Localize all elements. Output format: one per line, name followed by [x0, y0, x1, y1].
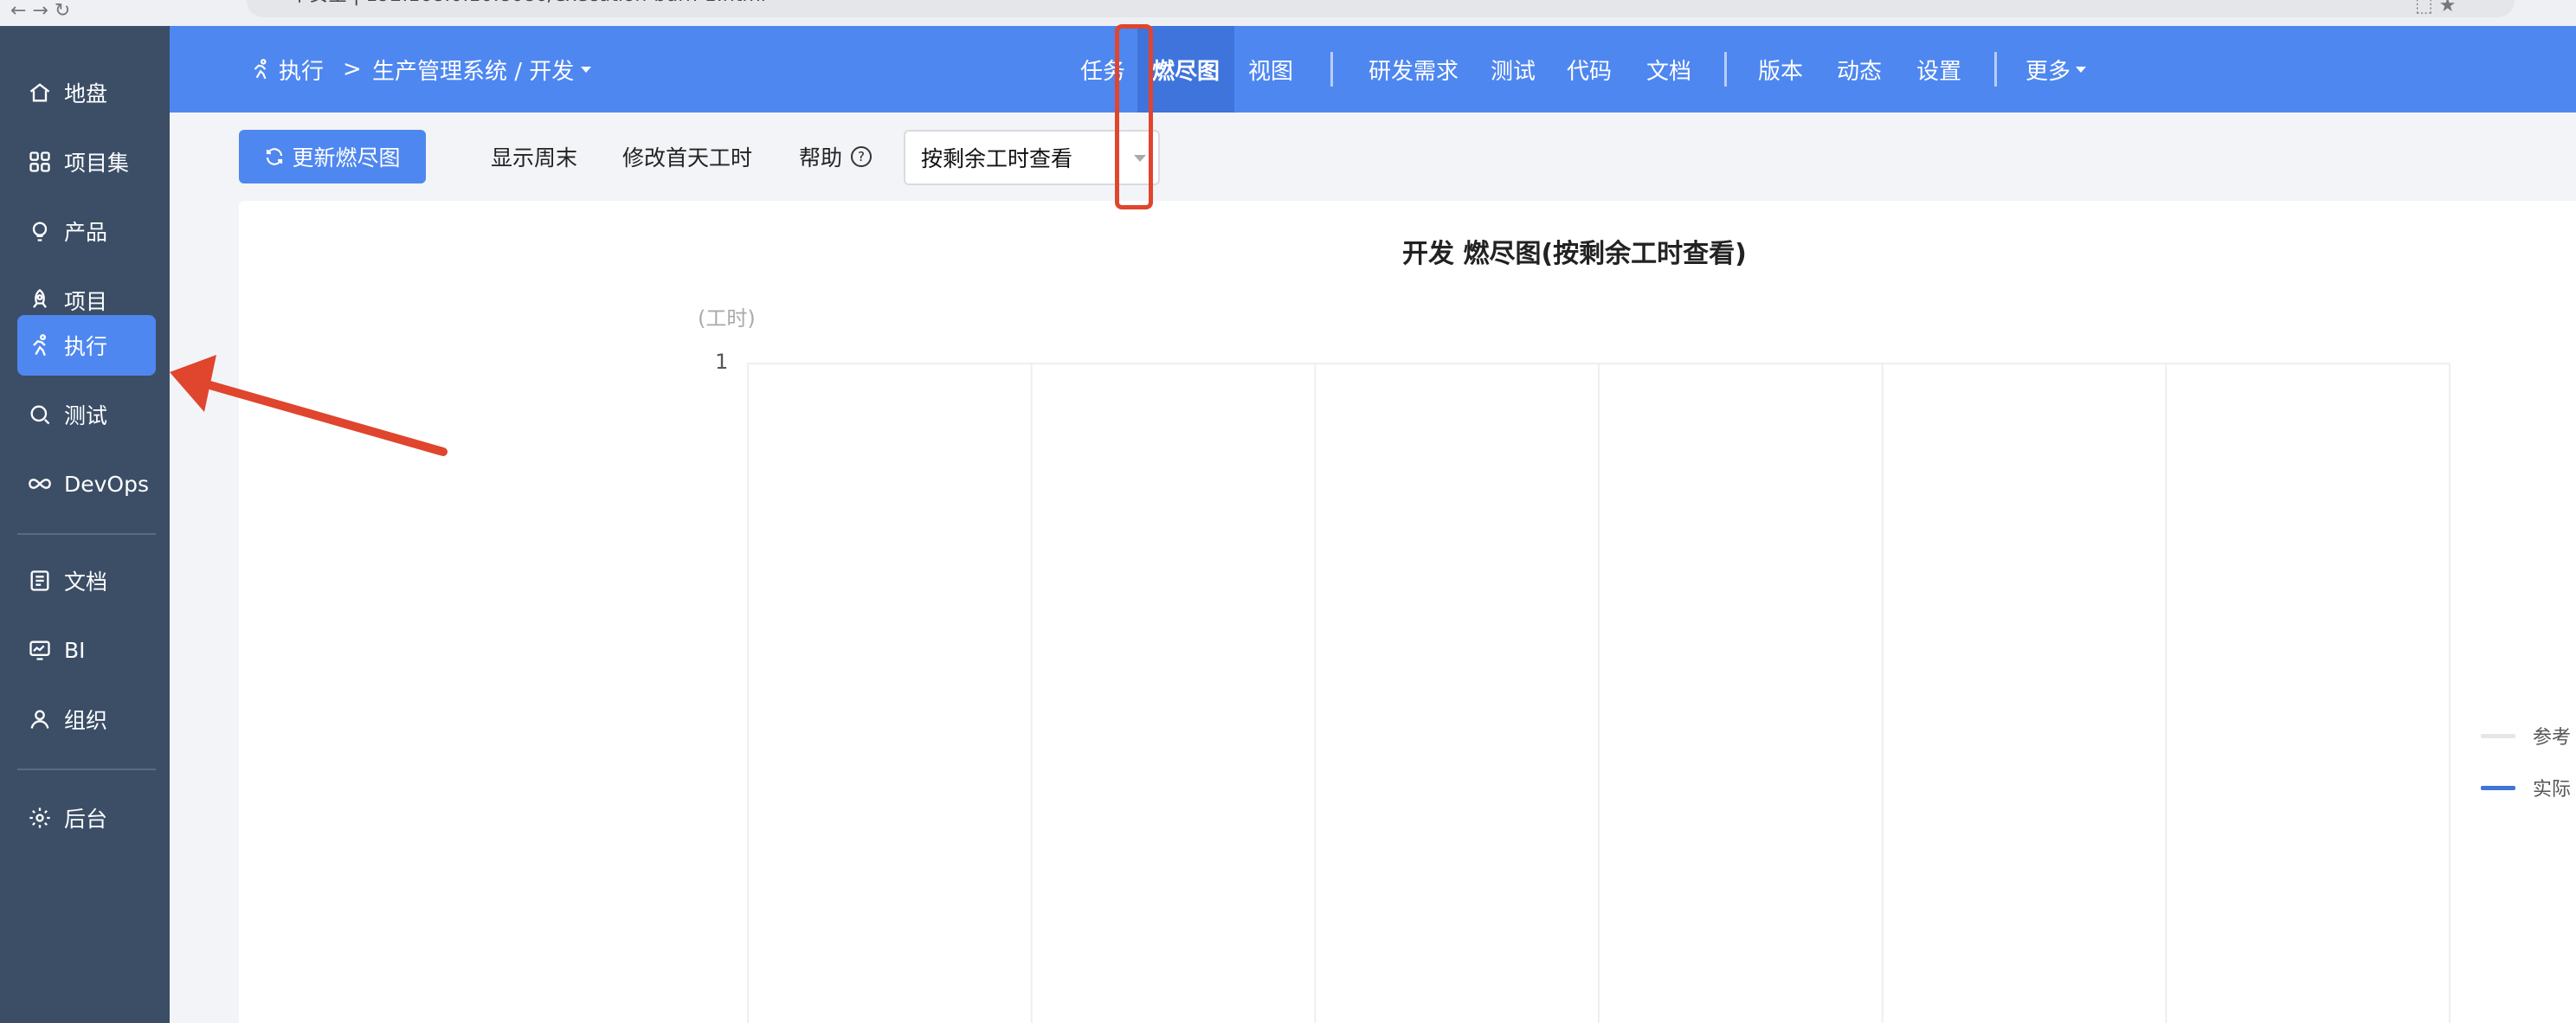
legend-swatch-reference — [2481, 733, 2515, 738]
tab-more[interactable]: 更多 — [2019, 26, 2093, 113]
update-burndown-label: 更新燃尽图 — [292, 145, 401, 170]
legend-label: 参考 — [2533, 727, 2572, 749]
tab-build[interactable]: 版本 — [1748, 26, 1813, 113]
edit-first-day-link[interactable]: 修改首天工时 — [622, 130, 752, 183]
sidebar-item-bi[interactable]: BI — [17, 620, 156, 680]
tab-code[interactable]: 代码 — [1558, 26, 1620, 113]
sidebar-item-label: 执行 — [64, 334, 108, 359]
breadcrumb-separator: > — [343, 56, 362, 82]
y-tick-label: 1 — [715, 350, 729, 374]
module-header: 执行 > 生产管理系统 / 开发 任务 燃尽图 视图 研发需求 测试 代码 文档… — [170, 26, 2576, 113]
address-bar-url: 不安全 | 192.168.0.10:8080/execution-burn-1… — [290, 0, 766, 7]
run-icon — [254, 59, 267, 80]
sidebar-item-org[interactable]: 组织 — [17, 689, 156, 750]
sidebar-item-admin[interactable]: 后台 — [17, 788, 156, 848]
gear-icon — [17, 806, 62, 830]
help-icon: ? — [851, 146, 873, 167]
show-weekend-link[interactable]: 显示周末 — [491, 130, 577, 183]
tab-divider — [1724, 52, 1727, 87]
search-bug-icon — [17, 402, 62, 427]
module-name: 执行 — [279, 58, 325, 85]
sidebar-divider — [17, 533, 156, 535]
sidebar-item-label: 产品 — [64, 220, 108, 245]
home-icon — [17, 80, 62, 105]
help-link[interactable]: 帮助 ? — [799, 130, 873, 183]
chart-title: 开发 燃尽图(按剩余工时查看) — [1402, 239, 1747, 269]
sidebar-item-devops[interactable]: DevOps — [17, 454, 156, 514]
legend-label: 实际 — [2533, 779, 2572, 801]
module-switch[interactable]: 执行 — [249, 26, 324, 113]
bulb-icon — [17, 219, 62, 243]
sidebar-item-label: 组织 — [64, 708, 108, 733]
tab-divider — [1330, 52, 1333, 87]
y-axis-label: (工时) — [698, 306, 756, 331]
sidebar-item-label: 文档 — [64, 569, 108, 595]
sidebar-item-execution[interactable]: 执行 — [17, 315, 156, 376]
infinity-icon — [17, 472, 62, 496]
doc-icon — [17, 569, 62, 593]
user-icon — [17, 707, 62, 731]
tab-divider — [1994, 52, 1997, 87]
sidebar-item-label: DevOps — [64, 471, 149, 497]
sidebar-divider — [17, 769, 156, 770]
sidebar-item-label: 后台 — [64, 807, 108, 832]
tab-requirement[interactable]: 研发需求 — [1357, 26, 1470, 113]
grid-icon — [17, 150, 62, 174]
help-label: 帮助 — [799, 145, 843, 170]
refresh-icon — [267, 148, 283, 165]
sidebar-item-label: BI — [64, 637, 86, 663]
sidebar-item-program[interactable]: 项目集 — [17, 132, 156, 192]
tab-view[interactable]: 视图 — [1234, 26, 1307, 113]
legend-swatch-actual — [2481, 785, 2515, 790]
tab-dynamic[interactable]: 动态 — [1828, 26, 1890, 113]
highlight-box — [1115, 24, 1153, 209]
legend-item-actual[interactable]: 实际 — [2481, 772, 2571, 803]
address-bar[interactable]: 不安全 | 192.168.0.10:8080/execution-burn-1… — [247, 0, 2515, 17]
browser-nav-controls[interactable]: ← → ↻ — [10, 0, 70, 22]
tab-doc[interactable]: 文档 — [1638, 26, 1700, 113]
sidebar: 地盘 项目集 产品 项目 执行 测试 DevOps 文档 BI 组织 后台 — [0, 26, 170, 1023]
chevron-down-icon — [581, 66, 592, 73]
chart-panel — [239, 201, 2576, 1023]
update-burndown-button[interactable]: 更新燃尽图 — [239, 130, 426, 183]
browser-action-icons[interactable]: ⬚ ★ — [2415, 0, 2457, 16]
legend-item-reference[interactable]: 参考 — [2481, 720, 2571, 751]
sidebar-item-label: 项目集 — [64, 151, 130, 176]
breadcrumb-text: 生产管理系统 / 开发 — [372, 58, 575, 85]
tab-test[interactable]: 测试 — [1480, 26, 1546, 113]
breadcrumb[interactable]: 生产管理系统 / 开发 — [372, 26, 592, 113]
tab-settings[interactable]: 设置 — [1908, 26, 1970, 113]
rocket-icon — [17, 288, 62, 312]
sidebar-item-doc[interactable]: 文档 — [17, 550, 156, 611]
chevron-down-icon — [2076, 66, 2086, 73]
sidebar-item-product[interactable]: 产品 — [17, 201, 156, 261]
sidebar-item-label: 测试 — [64, 403, 108, 428]
run-icon — [17, 333, 62, 357]
browser-toolbar: ← → ↻ 不安全 | 192.168.0.10:8080/execution-… — [0, 0, 2576, 26]
monitor-icon — [17, 638, 62, 662]
sidebar-item-test[interactable]: 测试 — [17, 384, 156, 445]
sidebar-item-label: 地盘 — [64, 81, 108, 106]
sidebar-item-label: 项目 — [64, 289, 108, 314]
select-value: 按剩余工时查看 — [921, 146, 1073, 171]
sidebar-item-dashboard[interactable]: 地盘 — [17, 62, 156, 123]
tab-more-label: 更多 — [2025, 58, 2070, 85]
